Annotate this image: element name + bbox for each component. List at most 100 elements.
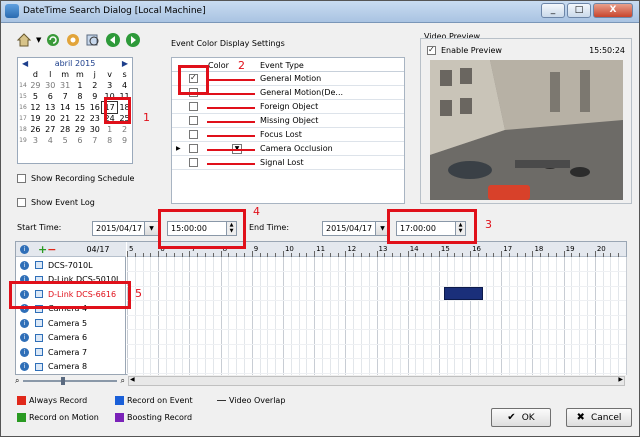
timeline-grid[interactable] (127, 257, 627, 375)
calendar-day[interactable]: 9 (117, 135, 132, 146)
camera-list: i DCS-7010L i D-Link DCS-5010L i D-Link DCS-6… (16, 257, 126, 375)
info-icon[interactable]: i (20, 244, 29, 254)
zoom-in-icon[interactable]: ⌕ (121, 376, 125, 386)
calendar-day[interactable]: 30 (43, 80, 58, 91)
camera-row[interactable]: i Camera 8 (16, 360, 126, 374)
show-recording-schedule-option[interactable]: Show Recording Schedule (17, 174, 134, 183)
event-checkbox[interactable] (189, 116, 198, 125)
camera-name: Camera 7 (48, 347, 88, 357)
prev-icon[interactable] (105, 32, 121, 48)
calendar-day[interactable]: 3 (102, 80, 117, 91)
calendar-day[interactable]: 16 (87, 102, 102, 113)
camera-row[interactable]: i Camera 5 (16, 316, 126, 330)
zoom-slider[interactable]: ⌕ ⌕ (15, 376, 125, 386)
event-checkbox[interactable] (189, 158, 198, 167)
next-month-icon[interactable]: ▶ (122, 59, 128, 68)
camera-info-icon[interactable]: i (20, 318, 29, 328)
calendar-day[interactable]: 6 (73, 135, 88, 146)
show-recording-schedule-checkbox[interactable] (17, 174, 26, 183)
calendar-day[interactable]: 23 (87, 113, 102, 124)
ok-button[interactable]: ✔ OK (491, 408, 551, 427)
calendar-day[interactable]: 29 (28, 80, 43, 91)
window-controls: _ □ X (541, 3, 633, 18)
calendar-day[interactable]: 2 (117, 124, 132, 135)
event-checkbox[interactable] (189, 130, 198, 139)
calendar-day[interactable]: 29 (73, 124, 88, 135)
calendar-month[interactable]: abril 2015 (55, 59, 96, 68)
calendar-day[interactable]: 19 (28, 113, 43, 124)
zoom-icon[interactable] (85, 32, 101, 48)
camera-info-icon[interactable]: i (20, 260, 29, 270)
calendar-day[interactable]: 12 (28, 102, 43, 113)
calendar-day[interactable]: 28 (58, 124, 73, 135)
search-settings-icon[interactable] (65, 32, 81, 48)
calendar-day[interactable]: 1 (102, 124, 117, 135)
calendar-day[interactable]: 20 (43, 113, 58, 124)
calendar-day[interactable]: 27 (43, 124, 58, 135)
next-icon[interactable] (125, 32, 141, 48)
zoom-out-icon[interactable]: ⌕ (15, 376, 19, 386)
event-checkbox[interactable] (189, 144, 198, 153)
timeline-date: 04/17 (86, 244, 110, 254)
calendar-day[interactable]: 22 (73, 113, 88, 124)
event-checkbox[interactable] (189, 102, 198, 111)
enable-preview-option[interactable]: Enable Preview (427, 45, 502, 55)
timeline-header-left: i + − 04/17 (16, 242, 126, 257)
calendar-day[interactable]: 7 (58, 91, 73, 102)
title-bar[interactable]: DateTime Search Dialog [Local Machine] _… (1, 1, 639, 23)
day-header: v (107, 70, 112, 79)
week-number: 19 (19, 137, 27, 144)
calendar-day[interactable]: 15 (73, 102, 88, 113)
calendar-day[interactable]: 30 (87, 124, 102, 135)
camera-info-icon[interactable]: i (20, 347, 29, 357)
start-date-field[interactable]: 2015/04/17 ▼ (92, 221, 159, 236)
show-event-log-checkbox[interactable] (17, 198, 26, 207)
calendar-day[interactable]: 7 (87, 135, 102, 146)
scroll-right-icon[interactable]: ▶ (618, 376, 623, 383)
calendar-day[interactable]: 4 (117, 80, 132, 91)
annotation-box-4 (158, 209, 246, 249)
remove-icon[interactable]: − (47, 243, 56, 256)
calendar-day[interactable]: 8 (73, 91, 88, 102)
calendar-day[interactable]: 21 (58, 113, 73, 124)
calendar-day[interactable]: 5 (58, 135, 73, 146)
minimize-button[interactable]: _ (541, 3, 565, 18)
maximize-button[interactable]: □ (567, 3, 591, 18)
calendar-day[interactable]: 9 (87, 91, 102, 102)
scroll-left-icon[interactable]: ◀ (130, 376, 135, 383)
show-event-log-option[interactable]: Show Event Log (17, 198, 95, 207)
start-date-dropdown-icon[interactable]: ▼ (144, 222, 158, 235)
camera-info-icon[interactable]: i (20, 333, 29, 342)
add-icon[interactable]: + (38, 243, 47, 256)
timeline-scrollbar[interactable]: ◀ ▶ (128, 376, 625, 386)
close-button[interactable]: X (593, 3, 633, 18)
video-preview-frame[interactable] (430, 60, 623, 200)
calendar-day[interactable]: 14 (58, 102, 73, 113)
calendar-day[interactable]: 3 (28, 135, 43, 146)
chevron-down-icon[interactable]: ▼ (36, 36, 41, 44)
calendar-day[interactable]: 1 (73, 80, 88, 91)
camera-row[interactable]: i Camera 6 (16, 331, 126, 345)
end-date-field[interactable]: 2015/04/17 ▼ (322, 221, 390, 236)
camera-info-icon[interactable]: i (20, 362, 29, 371)
enable-preview-checkbox[interactable] (427, 45, 436, 55)
cancel-button[interactable]: ✖ Cancel (566, 408, 632, 427)
calendar-day[interactable]: 8 (102, 135, 117, 146)
prev-month-icon[interactable]: ◀ (22, 59, 28, 68)
camera-row[interactable]: i Camera 7 (16, 345, 126, 359)
grid-row-line (127, 329, 626, 330)
annotation-label-4: 4 (253, 205, 260, 218)
camera-row[interactable]: i DCS-7010L (16, 258, 126, 272)
calendar-day[interactable]: 31 (58, 80, 73, 91)
refresh-icon[interactable] (45, 32, 61, 48)
zoom-track[interactable] (23, 377, 117, 385)
recording-segment[interactable] (443, 287, 483, 300)
home-icon[interactable] (16, 32, 32, 48)
calendar-day[interactable]: 5 (28, 91, 43, 102)
zoom-thumb[interactable] (60, 377, 65, 385)
calendar-day[interactable]: 26 (28, 124, 43, 135)
calendar-day[interactable]: 6 (43, 91, 58, 102)
calendar-day[interactable]: 2 (87, 80, 102, 91)
calendar-day[interactable]: 13 (43, 102, 58, 113)
calendar-day[interactable]: 4 (43, 135, 58, 146)
